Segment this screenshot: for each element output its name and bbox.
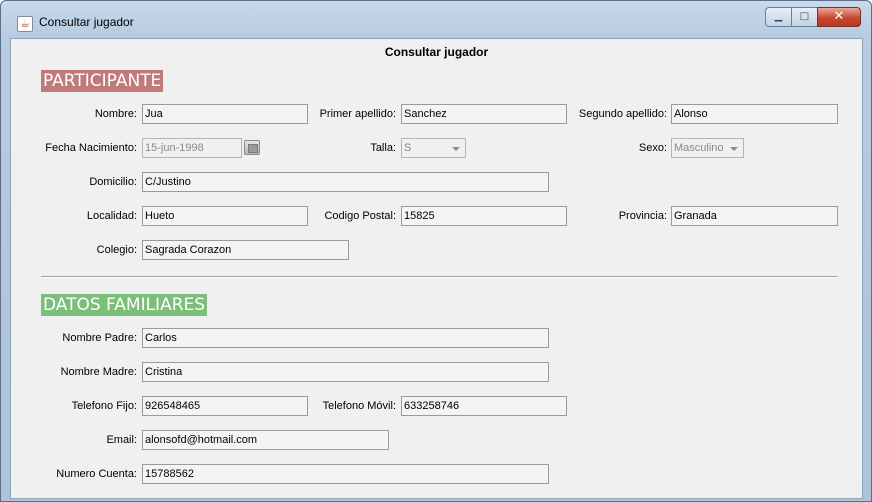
nombre-field[interactable]: Jua — [142, 104, 308, 124]
domicilio-field[interactable]: C/Justino — [142, 172, 549, 192]
telefono-fijo-field[interactable]: 926548465 — [142, 396, 308, 416]
java-icon[interactable]: ☕ — [17, 16, 33, 32]
section-divider — [41, 276, 838, 278]
codigo-postal-label: Codigo Postal: — [324, 210, 396, 222]
fecha-nacimiento-field[interactable]: 15-jun-1998 — [142, 138, 242, 158]
nombre-padre-field[interactable]: Carlos — [142, 328, 549, 348]
colegio-label: Colegio: — [96, 244, 137, 256]
title-bar[interactable]: ☕ Consultar jugador ▁ □ ✕ — [1, 1, 871, 37]
localidad-label: Localidad: — [86, 210, 137, 222]
telefono-fijo-label: Telefono Fijo: — [71, 400, 137, 412]
nombre-padre-label: Nombre Padre: — [62, 332, 137, 344]
sexo-select[interactable]: Masculino — [671, 138, 744, 158]
nombre-madre-field[interactable]: Cristina — [142, 362, 549, 382]
talla-select[interactable]: S — [401, 138, 466, 158]
application-window: ☕ Consultar jugador ▁ □ ✕ Consultar juga… — [0, 0, 872, 502]
provincia-label: Provincia: — [618, 210, 667, 222]
primer-apellido-label: Primer apellido: — [319, 108, 396, 120]
localidad-field[interactable]: Hueto — [142, 206, 308, 226]
codigo-postal-field[interactable]: 15825 — [401, 206, 567, 226]
minimize-button[interactable]: ▁ — [765, 7, 791, 27]
calendar-icon[interactable] — [244, 140, 260, 155]
segundo-apellido-field[interactable]: Alonso — [671, 104, 838, 124]
talla-value: S — [404, 142, 412, 154]
maximize-button[interactable]: □ — [791, 7, 817, 27]
section-title-datos-familiares: DATOS FAMILIARES — [41, 294, 208, 316]
window-title: Consultar jugador — [39, 15, 134, 29]
window-controls: ▁ □ ✕ — [765, 7, 861, 27]
colegio-field[interactable]: Sagrada Corazon — [142, 240, 349, 260]
segundo-apellido-label: Segundo apellido: — [578, 108, 667, 120]
chevron-down-icon — [730, 147, 738, 151]
sexo-label: Sexo: — [638, 142, 667, 154]
domicilio-label: Domicilio: — [89, 176, 137, 188]
telefono-movil-field[interactable]: 633258746 — [401, 396, 567, 416]
numero-cuenta-field[interactable]: 15788562 — [142, 464, 549, 484]
nombre-madre-label: Nombre Madre: — [60, 366, 137, 378]
primer-apellido-field[interactable]: Sanchez — [401, 104, 567, 124]
fecha-nacimiento-label: Fecha Nacimiento: — [45, 142, 137, 154]
talla-label: Talla: — [370, 142, 396, 154]
telefono-movil-label: Telefono Móvil: — [322, 400, 396, 412]
sexo-value: Masculino — [674, 142, 724, 154]
form-title: Consultar jugador — [384, 45, 489, 59]
provincia-field[interactable]: Granada — [671, 206, 838, 226]
email-label: Email: — [106, 434, 137, 446]
email-field[interactable]: alonsofd@hotmail.com — [142, 430, 389, 450]
chevron-down-icon — [452, 147, 460, 151]
numero-cuenta-label: Numero Cuenta: — [56, 468, 137, 480]
form-panel: Consultar jugador PARTICIPANTE Nombre: J… — [10, 38, 863, 499]
nombre-label: Nombre: — [94, 108, 137, 120]
close-button[interactable]: ✕ — [817, 7, 861, 27]
section-title-participante: PARTICIPANTE — [41, 70, 164, 92]
